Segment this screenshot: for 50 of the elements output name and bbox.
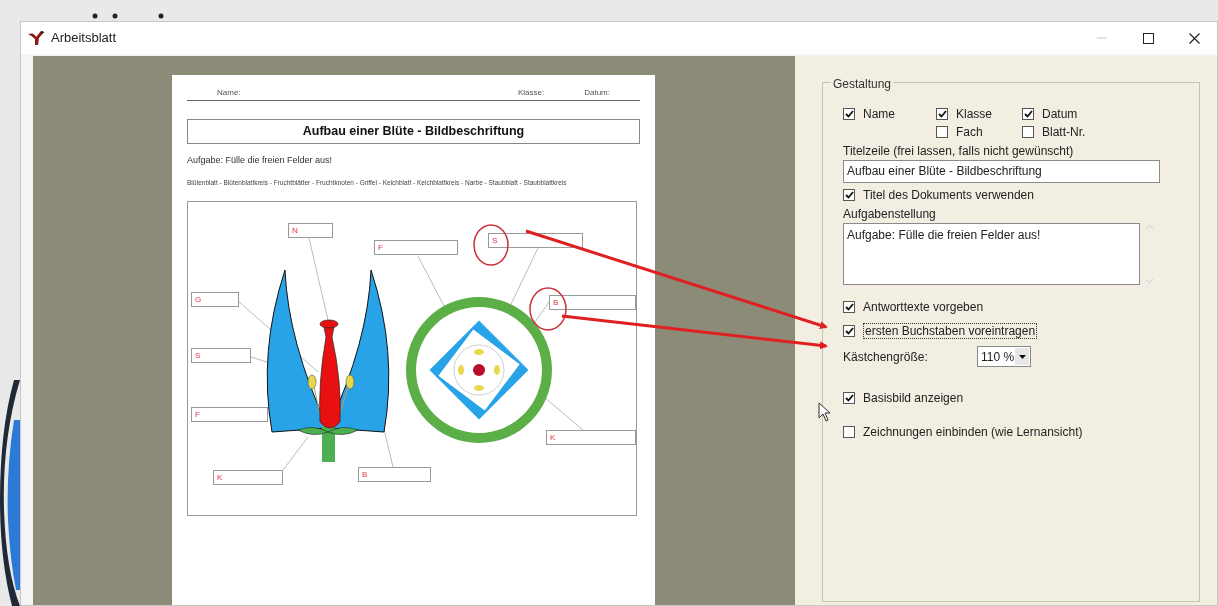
checkbox-label[interactable]: Name <box>863 107 895 121</box>
mouse-pointer-icon <box>818 402 831 422</box>
field-label: Aufgabenstellung <box>843 207 937 222</box>
label-box[interactable]: B <box>358 466 431 482</box>
checkbox[interactable] <box>843 392 855 404</box>
annotation-circle <box>529 287 567 331</box>
size-dropdown[interactable]: 110 % <box>977 346 1031 367</box>
background-dots <box>92 13 164 19</box>
form-field-label: Klasse: <box>517 87 545 99</box>
label-box[interactable]: F <box>374 239 458 255</box>
checkbox[interactable] <box>843 325 855 337</box>
field-label: Titelzeile (frei lassen, falls nicht gewünscht) <box>843 144 1075 159</box>
label-box[interactable]: K <box>546 429 636 445</box>
label-box[interactable]: K <box>213 469 283 485</box>
label-box[interactable]: N <box>288 222 333 238</box>
checkbox[interactable] <box>1022 108 1034 120</box>
window-title: Arbeitsblatt <box>51 29 117 48</box>
label-box[interactable]: G <box>191 291 239 307</box>
checkbox-label[interactable]: Fach <box>956 125 983 139</box>
checkbox[interactable] <box>843 189 855 201</box>
checkbox-label[interactable]: Basisbild anzeigen <box>863 391 964 405</box>
label-box[interactable]: S <box>191 347 251 363</box>
annotation-circle <box>473 224 509 266</box>
caret-icon <box>1018 354 1026 359</box>
task-text: Aufgabe: Fülle die freien Felder aus! <box>187 154 334 167</box>
input-field[interactable]: Aufbau einer Blüte - Bildbeschriftung <box>843 160 1160 183</box>
close-icon <box>1188 32 1200 44</box>
checkbox[interactable] <box>936 108 948 120</box>
leader-line <box>282 436 309 470</box>
form-field-label: Datum: <box>584 87 610 99</box>
form-field-label: Name: <box>217 87 241 99</box>
checkbox[interactable] <box>936 126 948 138</box>
field-label: Kästchengröße: <box>843 348 929 366</box>
text-area[interactable]: Aufgabe: Fülle die freien Felder aus! <box>843 223 1140 285</box>
worksheet-title: Aufbau einer Blüte - Bildbeschriftung <box>187 119 640 144</box>
checkbox-label[interactable]: Titel des Dokuments verwenden <box>863 188 1034 202</box>
checkbox[interactable] <box>843 426 855 438</box>
checkbox-label[interactable]: Antworttexte vorgeben <box>863 300 984 314</box>
checkbox[interactable] <box>1022 126 1034 138</box>
checkbox-label[interactable]: Datum <box>1042 107 1078 121</box>
checkbox-label[interactable]: Zeichnungen einbinden (wie Lernansicht) <box>863 425 1083 439</box>
checkbox-label[interactable]: Klasse <box>956 107 993 121</box>
label-box[interactable]: B <box>549 294 636 310</box>
checkbox[interactable] <box>843 108 855 120</box>
label-box[interactable]: F <box>191 406 268 422</box>
app-logo-icon <box>27 30 45 46</box>
checkbox-label[interactable]: ersten Buchstaben voreintragen <box>863 323 1038 339</box>
checkbox[interactable] <box>843 301 855 313</box>
maximize-icon <box>1142 32 1154 44</box>
checkbox-label[interactable]: Blatt-Nr. <box>1042 125 1086 139</box>
